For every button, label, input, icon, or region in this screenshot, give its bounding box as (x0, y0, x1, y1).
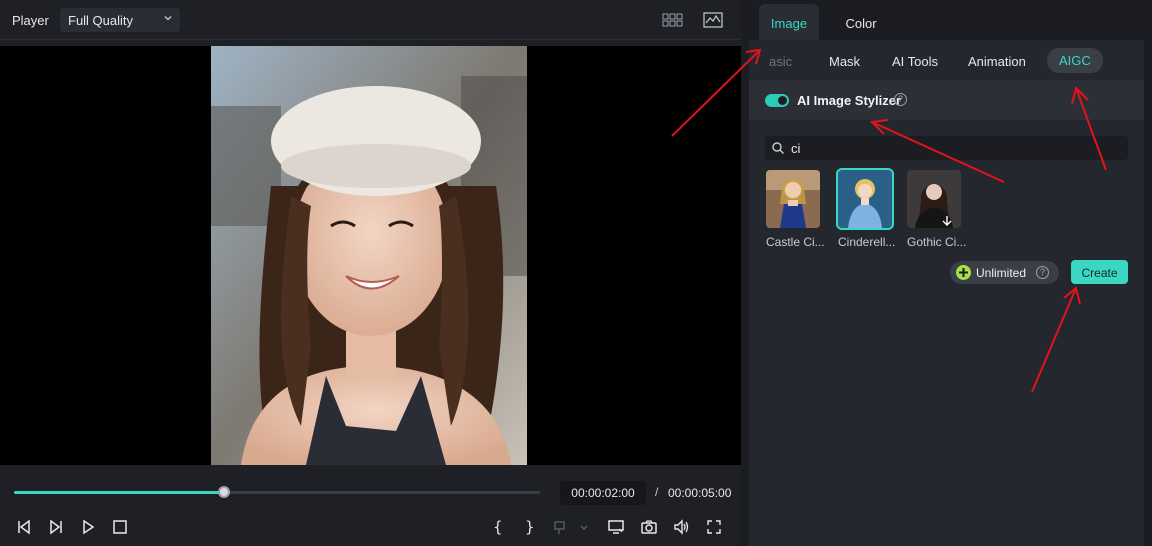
snapshot-camera-icon[interactable] (640, 518, 658, 536)
total-time: 00:00:05:00 (668, 486, 732, 500)
time-separator: / (655, 485, 659, 499)
mark-out-icon[interactable]: } (520, 518, 538, 536)
play-icon[interactable] (79, 518, 97, 536)
tab-image[interactable]: Image (759, 4, 819, 40)
plus-badge-icon (956, 265, 971, 280)
volume-icon[interactable] (672, 518, 690, 536)
playback-controls: 00:00:02:00 / 00:00:05:00 { } (0, 465, 741, 546)
tab-color[interactable]: Color (831, 4, 891, 40)
style-card-cinderella[interactable]: Cinderell... (836, 168, 896, 249)
player-panel: Player Full Quality 00:00:02:00 / 00:00:… (0, 0, 741, 546)
search-input[interactable] (791, 139, 1111, 157)
next-frame-icon[interactable] (47, 518, 65, 536)
scrubber-handle[interactable] (218, 486, 231, 498)
stylizer-label: AI Image Stylizer (797, 93, 902, 108)
waveform-monitor-icon[interactable] (702, 11, 724, 29)
mark-in-icon[interactable]: { (488, 518, 506, 536)
subtab-basic[interactable]: asic (769, 54, 792, 69)
subtab-animation[interactable]: Animation (968, 54, 1026, 69)
toggle-knob (778, 96, 787, 105)
insert-clip-icon[interactable] (553, 518, 571, 536)
quality-value: Full Quality (68, 13, 134, 28)
stop-icon[interactable] (111, 518, 129, 536)
create-button[interactable]: Create (1071, 260, 1128, 284)
fullscreen-icon[interactable] (705, 518, 723, 536)
timeline-scrubber[interactable] (14, 486, 540, 498)
style-card-castle[interactable]: Castle Ci... (766, 170, 825, 249)
app-root: Player Full Quality 00:00:02:00 / 00:00:… (0, 0, 1152, 546)
subtab-ai-tools[interactable]: AI Tools (892, 54, 938, 69)
unlimited-credits-badge: Unlimited ? (950, 261, 1059, 284)
style-thumbnail (766, 170, 820, 228)
ai-image-stylizer-row: AI Image Stylizer ? (749, 80, 1144, 120)
chevron-down-icon[interactable] (578, 518, 590, 536)
style-card-gothic[interactable]: Gothic Ci... (907, 170, 967, 249)
player-toolbar: Player Full Quality (0, 0, 741, 40)
property-panel: Image Color asic Mask AI Tools Animation… (749, 0, 1144, 546)
search-icon (772, 142, 784, 154)
style-caption: Gothic Ci... (907, 235, 967, 249)
style-caption: Castle Ci... (766, 235, 825, 249)
unlimited-label: Unlimited (976, 266, 1027, 280)
video-preview[interactable] (0, 46, 741, 465)
svg-text:}: } (525, 518, 535, 536)
stylizer-toggle[interactable] (765, 94, 789, 107)
help-icon[interactable]: ? (894, 93, 907, 106)
style-caption: Cinderell... (838, 235, 896, 249)
grid-view-icon[interactable] (662, 11, 684, 29)
preview-photo (211, 46, 527, 465)
subtab-mask[interactable]: Mask (829, 54, 860, 69)
style-thumbnail (907, 170, 961, 228)
style-thumbnail (836, 168, 894, 230)
previous-frame-icon[interactable] (15, 518, 33, 536)
timeline-progress (14, 491, 225, 494)
style-search[interactable] (765, 136, 1128, 160)
help-icon[interactable]: ? (1036, 266, 1049, 279)
player-label: Player (12, 13, 49, 28)
current-time[interactable]: 00:00:02:00 (560, 481, 646, 505)
subtab-aigc[interactable]: AIGC (1047, 48, 1103, 73)
svg-text:{: { (493, 518, 503, 536)
display-settings-icon[interactable] (607, 518, 625, 536)
sub-tabs: asic Mask AI Tools Animation AIGC (749, 40, 1144, 80)
quality-dropdown[interactable]: Full Quality (60, 8, 180, 32)
chevron-down-icon (164, 16, 172, 21)
top-tabs: Image Color (749, 0, 1144, 40)
